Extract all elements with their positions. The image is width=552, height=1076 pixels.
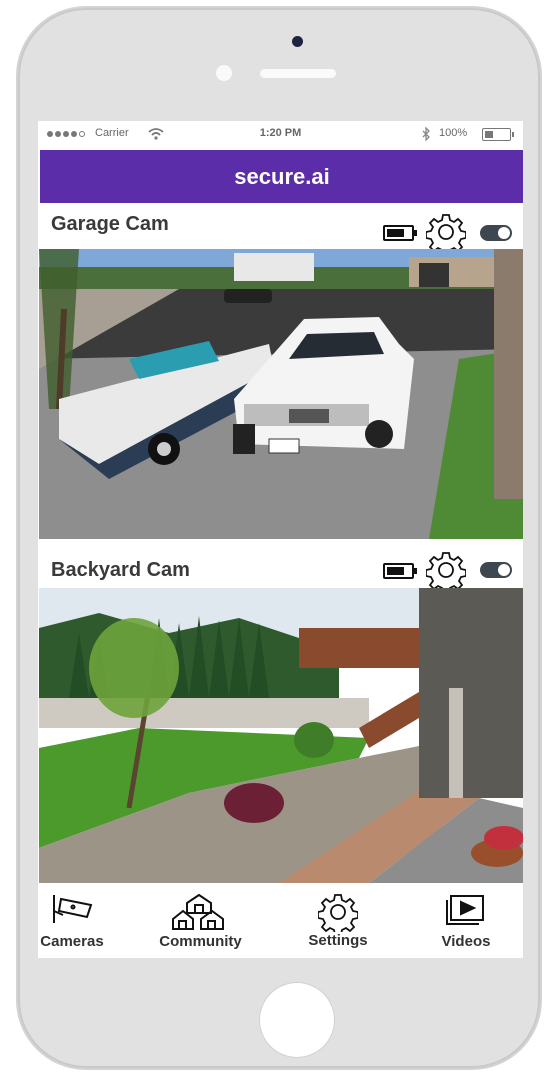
camera-toggle[interactable]: [480, 562, 512, 578]
bluetooth-icon: [422, 127, 430, 141]
tab-label: Community: [159, 933, 242, 950]
front-camera: [292, 36, 303, 47]
earpiece-speaker: [260, 69, 336, 78]
battery-percent: 100%: [439, 127, 468, 139]
tab-label: Settings: [308, 932, 368, 949]
battery-full-icon: [383, 563, 417, 579]
tab-videos[interactable]: Videos: [436, 885, 496, 958]
camera-toggle[interactable]: [480, 225, 512, 241]
status-bar: Carrier 1:20 PM 100%: [38, 121, 523, 149]
tab-bar: Cameras Community Settings Videos: [38, 885, 523, 958]
proximity-sensor: [216, 65, 232, 81]
camera-feed-backyard[interactable]: [39, 588, 523, 883]
battery-status-icon: [482, 128, 514, 141]
security-camera-icon: [53, 895, 93, 923]
camera-name: Garage Cam: [51, 213, 169, 235]
houses-icon: [172, 893, 224, 930]
battery-full-icon: [383, 225, 417, 241]
app-title: secure.ai: [234, 163, 330, 189]
gear-icon[interactable]: [426, 550, 466, 590]
home-button[interactable]: [259, 982, 335, 1058]
tab-label: Cameras: [40, 933, 104, 950]
camera-name: Backyard Cam: [51, 559, 190, 581]
tab-settings[interactable]: Settings: [306, 885, 370, 958]
camera-feed-garage[interactable]: [39, 249, 523, 539]
video-player-icon: [446, 895, 484, 925]
tab-cameras[interactable]: Cameras: [38, 885, 106, 958]
tab-label: Videos: [441, 933, 491, 950]
gear-icon[interactable]: [426, 212, 466, 252]
app-header: secure.ai: [40, 150, 523, 203]
gear-icon: [318, 894, 358, 932]
app-screen: Carrier 1:20 PM 100% secure.ai Garage Ca…: [38, 121, 523, 958]
tab-community[interactable]: Community: [153, 885, 248, 958]
